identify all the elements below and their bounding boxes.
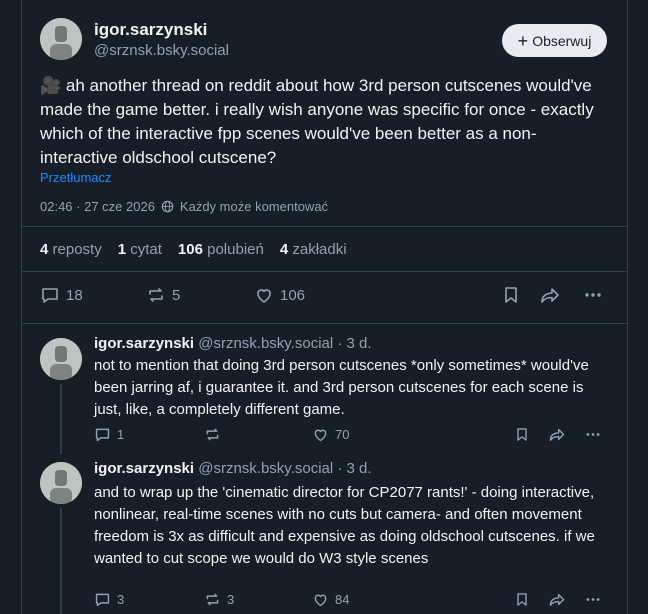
- bookmark-button[interactable]: [514, 591, 530, 608]
- bookmarks-count[interactable]: 4 zakładki: [280, 241, 347, 258]
- translate-link[interactable]: Przetłumacz: [40, 170, 112, 185]
- bookmark-icon: [505, 287, 517, 303]
- comment-icon: [42, 288, 58, 303]
- post-date: 02:46 · 27 cze 2026: [40, 199, 155, 214]
- repost-button[interactable]: 5: [146, 285, 180, 305]
- reposts-count[interactable]: 4 reposty: [40, 241, 102, 258]
- quotes-count[interactable]: 1 cytat: [118, 241, 162, 258]
- avatar[interactable]: [40, 462, 82, 504]
- reply-button[interactable]: 1: [94, 426, 124, 443]
- author-name[interactable]: igor.sarzynski: [94, 20, 207, 40]
- column-border-left: [21, 0, 22, 614]
- reply-text: not to mention that doing 3rd person cut…: [94, 357, 589, 418]
- share-button[interactable]: [548, 591, 566, 608]
- reply-button[interactable]: 3: [94, 591, 124, 608]
- more-icon: [585, 293, 601, 297]
- more-options-button[interactable]: [584, 426, 602, 443]
- reply-header: igor.sarzynski @srznsk.bsky.social · 3 d…: [94, 335, 372, 352]
- like-button[interactable]: 106: [254, 285, 305, 305]
- heart-icon: [257, 289, 271, 303]
- share-button[interactable]: [548, 426, 566, 443]
- author-handle[interactable]: @srznsk.bsky.social: [94, 42, 229, 59]
- more-icon: [586, 433, 600, 436]
- globe-icon: [161, 200, 174, 213]
- reply-text: and to wrap up the 'cinematic director f…: [94, 484, 595, 567]
- like-button[interactable]: 70: [312, 426, 349, 443]
- follow-label: Obserwuj: [532, 32, 592, 49]
- share-icon: [541, 288, 559, 303]
- likes-count[interactable]: 106 polubień: [178, 241, 264, 258]
- comment-icon: [95, 593, 110, 607]
- divider: [22, 271, 627, 272]
- more-icon: [586, 598, 600, 601]
- bookmark-button[interactable]: [514, 426, 530, 443]
- repost-icon: [206, 428, 219, 441]
- repost-button[interactable]: 3: [204, 591, 234, 608]
- avatar[interactable]: [40, 338, 82, 380]
- share-icon: [549, 593, 565, 606]
- more-options-button[interactable]: [583, 285, 603, 305]
- divider: [22, 323, 627, 324]
- thread-connector: [60, 508, 62, 614]
- heart-icon: [314, 429, 327, 442]
- reply-button[interactable]: 18: [40, 285, 83, 305]
- reply-actions: 1 70: [94, 426, 604, 446]
- reply-author-handle[interactable]: @srznsk.bsky.social · 3 d.: [198, 460, 371, 477]
- thread-connector: [60, 384, 62, 454]
- plus-icon: +: [517, 30, 529, 51]
- reply-setting[interactable]: Każdy może komentować: [180, 199, 328, 214]
- more-options-button[interactable]: [584, 591, 602, 608]
- like-button[interactable]: 84: [312, 591, 349, 608]
- bookmark-icon: [517, 593, 527, 606]
- reply-author-handle[interactable]: @srznsk.bsky.social · 3 d.: [198, 335, 371, 352]
- post-text: 🎥 ah another thread on reddit about how …: [40, 76, 594, 167]
- post-actions: 18 5 106: [40, 285, 605, 307]
- column-border-right: [627, 0, 628, 614]
- reply-author-name[interactable]: igor.sarzynski: [94, 460, 194, 477]
- bookmark-button[interactable]: [501, 285, 521, 305]
- reply-actions: 3 3 84: [94, 591, 604, 611]
- engagement-counts: 4 reposty 1 cytat 106 polubień 4 zakładk…: [40, 241, 347, 258]
- share-button[interactable]: [539, 285, 561, 305]
- avatar[interactable]: [40, 18, 82, 60]
- post-thread-view: igor.sarzynski @srznsk.bsky.social + Obs…: [0, 0, 648, 614]
- comment-icon: [95, 428, 110, 442]
- share-icon: [549, 428, 565, 441]
- bookmark-icon: [517, 428, 527, 441]
- repost-icon: [149, 288, 163, 302]
- repost-button[interactable]: [204, 426, 227, 443]
- post-meta: 02:46 · 27 cze 2026 Każdy może komentowa…: [40, 199, 328, 214]
- follow-button[interactable]: + Obserwuj: [502, 24, 607, 57]
- divider: [22, 226, 627, 227]
- reply-header: igor.sarzynski @srznsk.bsky.social · 3 d…: [94, 460, 372, 477]
- heart-icon: [314, 594, 327, 607]
- repost-icon: [206, 593, 219, 606]
- reply-author-name[interactable]: igor.sarzynski: [94, 335, 194, 352]
